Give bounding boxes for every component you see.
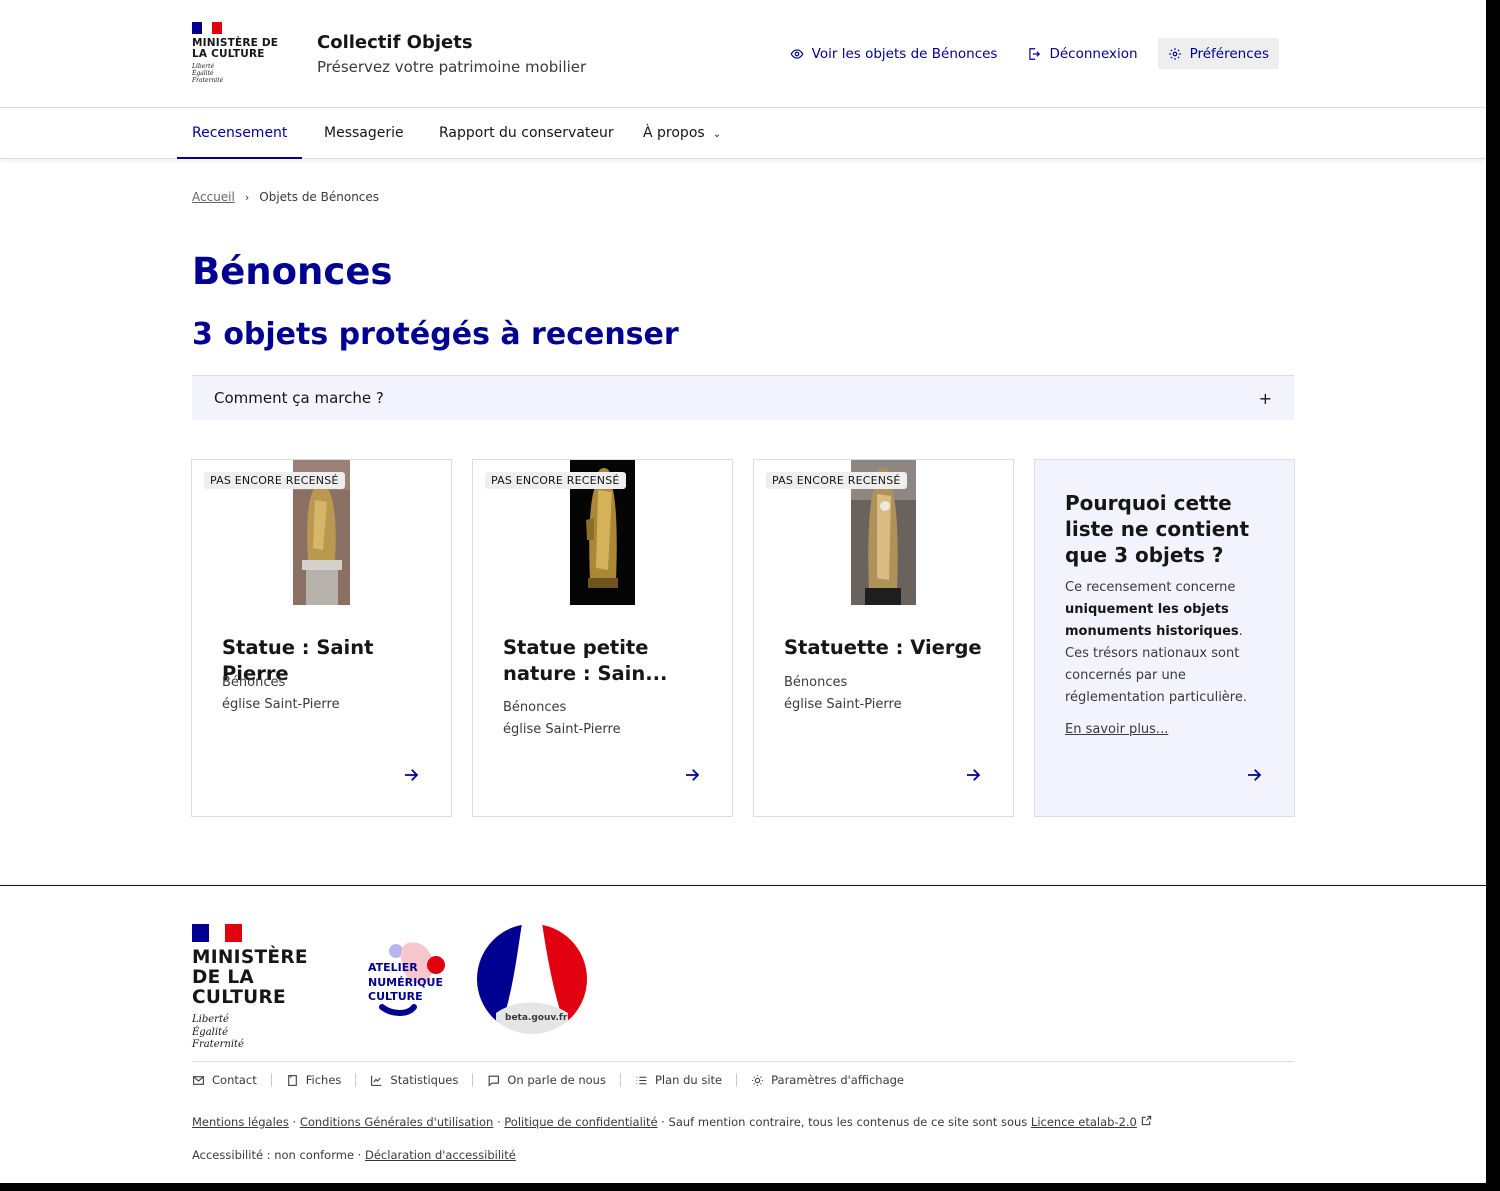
license-link[interactable]: Licence etalab-2.0 (1031, 1115, 1152, 1129)
breadcrumb-current: Objets de Bénonces (259, 190, 380, 204)
card-title[interactable]: Statuette : Vierge (784, 635, 994, 661)
footer-separator (619, 1073, 621, 1087)
ministry-name: MINISTÈRE DE LA CULTURE (192, 37, 279, 60)
accessibility-status: Accessibilité : non conforme (192, 1148, 355, 1162)
french-flag-icon (192, 22, 222, 34)
card-commune: Bénonces (503, 700, 567, 715)
arrow-right-icon (405, 769, 419, 781)
info-card-title: Pourquoi cette liste ne contient que 3 o… (1065, 491, 1250, 567)
motto: Liberté Égalité Fraternité (192, 63, 224, 84)
arrow-right-icon (1248, 769, 1262, 781)
card-commune: Bénonces (222, 675, 286, 690)
status-badge: PAS ENCORE RECENSÉ (766, 472, 907, 489)
site-tagline: Préservez votre patrimoine mobilier (317, 58, 587, 76)
info-card[interactable]: Pourquoi cette liste ne contient que 3 o… (1034, 459, 1295, 817)
footer-link-press[interactable]: On parle de nous (487, 1073, 606, 1087)
card-commune: Bénonces (784, 675, 848, 690)
french-flag-icon (192, 924, 243, 942)
view-objects-label: Voir les objets de Bénonces (811, 45, 998, 62)
status-badge: PAS ENCORE RECENSÉ (204, 472, 345, 489)
object-card[interactable]: PAS ENCORE RECENSÉ Statue : Saint Pierre… (191, 459, 452, 817)
logout-link[interactable]: Déconnexion (1017, 38, 1147, 69)
site-header: MINISTÈRE DE LA CULTURE Liberté Égalité … (0, 0, 1486, 108)
footer-link-display-settings[interactable]: Paramètres d'affichage (751, 1073, 904, 1087)
footer-links: Contact Fiches Statistiques On parle de … (192, 1073, 904, 1087)
object-card[interactable]: PAS ENCORE RECENSÉ Statue petite nature … (472, 459, 733, 817)
ministry-logo[interactable]: MINISTÈRE DE LA CULTURE Liberté Égalité … (192, 22, 292, 84)
atelier-numerique-logo[interactable]: ATELIER NUMÉRIQUE CULTURE (368, 941, 458, 1021)
accordion-label: Comment ça marche ? (214, 389, 384, 407)
document-icon (287, 1074, 297, 1086)
status-badge: PAS ENCORE RECENSÉ (485, 472, 626, 489)
nav-item-rapport[interactable]: Rapport du conservateur (439, 108, 614, 158)
card-location: Bénonces église Saint-Pierre (222, 672, 340, 716)
privacy-link[interactable]: Politique de confidentialité (504, 1115, 657, 1129)
preferences-button[interactable]: Préférences (1157, 38, 1279, 69)
card-location: Bénonces église Saint-Pierre (784, 672, 902, 716)
footer-ministry-logo[interactable]: MINISTÈRE DE LA CULTURE Liberté Égalité … (192, 924, 342, 1052)
external-link-icon (1141, 1115, 1151, 1126)
chat-bubble-icon (488, 1075, 500, 1087)
chevron-right-icon: › (244, 190, 250, 204)
footer-link-statistiques[interactable]: Statistiques (370, 1073, 458, 1087)
how-it-works-accordion[interactable]: Comment ça marche ? + (192, 375, 1294, 420)
list-icon (636, 1076, 647, 1084)
header-quick-links: Voir les objets de Bénonces Déconnexion … (780, 38, 1279, 69)
accessibility-declaration-link[interactable]: Déclaration d'accessibilité (365, 1148, 516, 1162)
beta-gouv-label: beta.gouv.fr (505, 1013, 568, 1023)
footer-separator (270, 1073, 272, 1087)
footer-separator (472, 1073, 474, 1087)
card-building: église Saint-Pierre (222, 697, 340, 712)
plus-icon: + (1258, 388, 1272, 408)
page-title: Bénonces (192, 250, 393, 293)
gear-icon (1168, 47, 1181, 60)
footer-link-sitemap[interactable]: Plan du site (635, 1073, 722, 1087)
card-title[interactable]: Statue petite nature : Sain... (503, 635, 713, 687)
nav-item-recensement[interactable]: Recensement (176, 108, 303, 159)
main-navigation: Recensement Messagerie Rapport du conser… (0, 108, 1486, 159)
card-location: Bénonces église Saint-Pierre (503, 697, 621, 741)
nav-item-messagerie[interactable]: Messagerie (324, 108, 404, 158)
eye-icon (790, 48, 804, 59)
nav-item-a-propos[interactable]: À propos ⌄ (643, 108, 721, 158)
logout-label: Déconnexion (1049, 45, 1138, 62)
page-subtitle: 3 objets protégés à recenser (192, 317, 679, 352)
accessibility-info: Accessibilité : non conforme · Déclarati… (192, 1148, 516, 1162)
footer-motto: Liberté Égalité Fraternité (192, 1014, 244, 1050)
legal-links: Mentions légales · Conditions Générales … (192, 1115, 1152, 1129)
footer-link-fiches[interactable]: Fiches (286, 1073, 341, 1087)
footer-separator (736, 1073, 738, 1087)
site-title[interactable]: Collectif Objets (317, 32, 473, 53)
window-edge-right (1486, 0, 1500, 1191)
arrow-right-icon (967, 769, 981, 781)
breadcrumb: Accueil › Objets de Bénonces (192, 190, 379, 204)
chevron-down-icon: ⌄ (712, 129, 722, 140)
view-objects-link[interactable]: Voir les objets de Bénonces (780, 38, 1008, 69)
arrow-right-icon (686, 769, 700, 781)
license-text: Sauf mention contraire, tous les contenu… (668, 1115, 1031, 1129)
card-building: église Saint-Pierre (503, 722, 621, 737)
atelier-name: ATELIER NUMÉRIQUE CULTURE (368, 961, 443, 1003)
footer-ministry-name: MINISTÈRE DE LA CULTURE (192, 947, 308, 1008)
footer-link-contact[interactable]: Contact (192, 1073, 257, 1087)
sun-icon (752, 1074, 764, 1086)
legal-mentions-link[interactable]: Mentions légales (192, 1115, 289, 1129)
site-footer: MINISTÈRE DE LA CULTURE Liberté Égalité … (0, 885, 1486, 1185)
info-card-text: Ce recensement concerne uniquement les o… (1065, 580, 1247, 705)
footer-divider (192, 1061, 1294, 1062)
line-chart-icon (371, 1075, 382, 1086)
learn-more-link[interactable]: En savoir plus... (1065, 722, 1168, 737)
breadcrumb-home[interactable]: Accueil (192, 190, 235, 204)
preferences-label: Préférences (1189, 45, 1269, 62)
logout-icon (1029, 47, 1041, 60)
footer-separator (355, 1073, 357, 1087)
cgu-link[interactable]: Conditions Générales d'utilisation (300, 1115, 493, 1129)
beta-gouv-logo[interactable]: beta.gouv.fr (476, 923, 588, 1035)
nav-item-a-propos-label: À propos (643, 125, 705, 141)
card-building: église Saint-Pierre (784, 697, 902, 712)
mail-icon (193, 1075, 204, 1085)
object-card[interactable]: PAS ENCORE RECENSÉ Statuette : Vierge Bé… (753, 459, 1014, 817)
